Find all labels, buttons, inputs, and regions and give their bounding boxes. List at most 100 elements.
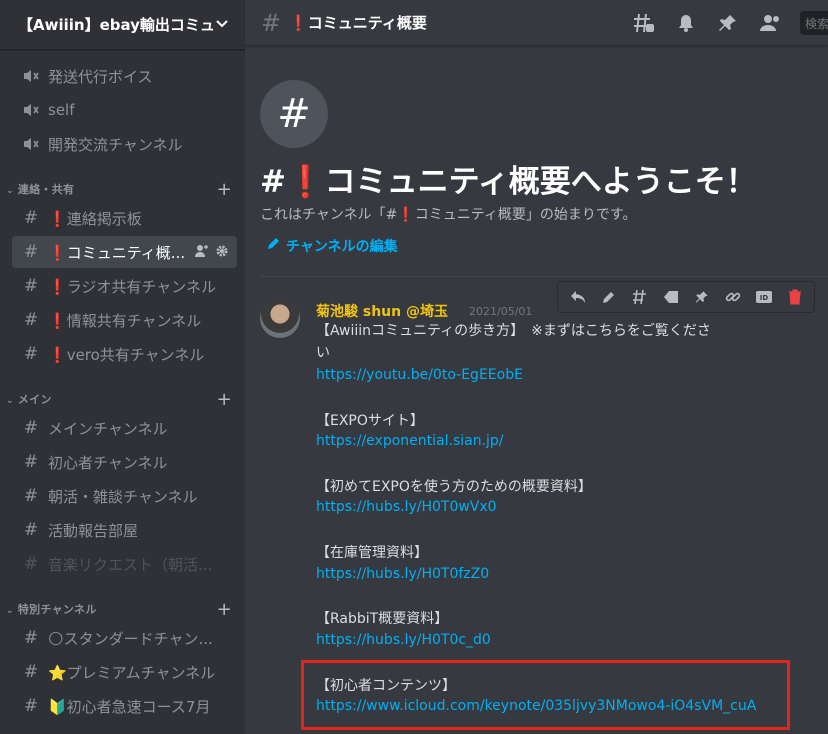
text-channel-item[interactable]: # 活動報告部屋 <box>12 514 237 546</box>
voice-channel-item[interactable]: self <box>12 94 237 126</box>
channel-label: 初心者チャンネル <box>48 453 168 472</box>
mark-unread-icon[interactable] <box>660 286 682 308</box>
exclamation-emoji: ❗ <box>48 311 67 330</box>
text-channel-item-muted[interactable]: # 音楽リクエスト（朝活... <box>12 548 237 580</box>
channel-label: 🌕スタンダードチャン... <box>48 629 213 648</box>
chevron-down-icon: ⌄ <box>6 186 14 196</box>
exclamation-emoji: ❗ <box>48 345 67 364</box>
text-channel-item[interactable]: # ❗vero共有チャンネル <box>12 338 237 370</box>
hash-icon: # <box>23 208 39 228</box>
message-text: 【Awiiinコミュニティの歩き方】 ※まずはこちらをご覧くださ <box>316 323 711 339</box>
highlight-annotation-box <box>301 660 790 730</box>
channel-label: 朝活・雑談チャンネル <box>48 487 198 506</box>
hash-icon: # <box>23 344 39 364</box>
message-actions-toolbar: ID <box>557 281 815 313</box>
channel-label: vero共有チャンネル <box>66 345 205 364</box>
channel-label: 音楽リクエスト（朝活... <box>48 555 213 574</box>
channel-label: 活動報告部屋 <box>48 521 139 540</box>
add-channel-icon[interactable]: + <box>217 389 232 410</box>
message-link[interactable]: https://hubs.ly/H0T0c_d0 <box>316 632 491 648</box>
copy-id-icon[interactable]: ID <box>753 286 775 308</box>
category-name: 特別チャンネル <box>17 603 97 616</box>
text-channel-item[interactable]: # 🌕スタンダードチャン... <box>12 622 237 654</box>
members-icon[interactable] <box>758 11 782 35</box>
category-header[interactable]: ⌄ 連絡・共有 + <box>6 179 236 200</box>
text-channel-item[interactable]: # 初心者チャンネル <box>12 446 237 478</box>
welcome-title: #❗コミュニティ概要へようこそ！ <box>260 156 757 201</box>
bell-icon[interactable] <box>674 11 698 35</box>
channel-header: # ❗ コミュニティ概要 検索 <box>245 0 828 46</box>
add-channel-icon[interactable]: + <box>217 179 232 200</box>
hash-icon: # <box>23 310 39 330</box>
message-link[interactable]: https://www.icloud.com/keynote/035ljvy3N… <box>316 698 756 714</box>
text-channel-item[interactable]: # ❗情報共有チャンネル <box>12 304 237 336</box>
exclamation-emoji: ❗ <box>285 164 325 200</box>
link-icon[interactable] <box>722 286 744 308</box>
message-link[interactable]: https://hubs.ly/H0T0fzZ0 <box>316 566 489 582</box>
message-author[interactable]: 菊池駿 shun @埼玉 <box>316 301 448 321</box>
voice-channel-item[interactable]: 発送代行ボイス <box>12 60 237 92</box>
hash-icon: # <box>261 8 282 37</box>
message-link[interactable]: https://exponential.sian.jp/ <box>316 433 504 449</box>
text-channel-item[interactable]: # 🔰初心者急速コース7月 <box>12 690 237 722</box>
chevron-down-icon: ⌄ <box>6 396 14 406</box>
invite-user-icon[interactable] <box>195 244 209 261</box>
message-text: 【RabbiT概要資料】 <box>316 611 449 627</box>
text-channel-item-active[interactable]: # ❗コミュニティ概... <box>12 236 237 268</box>
channel-label: メインチャンネル <box>48 419 168 438</box>
channel-label: 発送代行ボイス <box>48 67 153 86</box>
hash-locked-icon: # <box>23 628 39 648</box>
hash-icon: # <box>23 418 39 438</box>
pin-icon[interactable] <box>691 286 713 308</box>
welcome-title-prefix: # <box>260 164 286 200</box>
hash-icon: # <box>23 520 39 540</box>
trash-icon[interactable] <box>784 286 806 308</box>
message-timestamp: 2021/05/01 <box>469 305 533 318</box>
divider <box>260 276 828 277</box>
voice-channel-item[interactable]: 開発交流チャンネル <box>12 128 237 160</box>
message-text: 【初心者コンテンツ】 <box>316 678 456 694</box>
channel-label: 情報共有チャンネル <box>66 311 202 330</box>
channel-title: コミュニティ概要 <box>307 14 427 32</box>
exclamation-emoji: ❗ <box>289 13 308 32</box>
channel-label: 🔰初心者急速コース7月 <box>48 697 211 716</box>
gear-icon[interactable] <box>215 244 229 261</box>
speaker-muted-icon <box>20 136 42 152</box>
text-channel-item[interactable]: # ❗連絡掲示板 <box>12 202 237 234</box>
pin-icon[interactable] <box>716 11 740 35</box>
threads-icon[interactable] <box>632 11 656 35</box>
message-text: 【EXPOサイト】 <box>316 413 424 429</box>
pencil-icon[interactable] <box>598 286 620 308</box>
message-text: 【初めてEXPOを使う方のための概要資料】 <box>316 479 592 495</box>
text-channel-item[interactable]: # ⭐プレミアムチャンネル <box>12 656 237 688</box>
text-channel-item[interactable]: # メインチャンネル <box>12 412 237 444</box>
speaker-muted-icon <box>20 102 42 118</box>
category-header[interactable]: ⌄ 特別チャンネル + <box>6 599 236 620</box>
reply-icon[interactable] <box>567 286 589 308</box>
chevron-down-icon[interactable] <box>215 16 229 34</box>
hash-locked-icon: # <box>23 662 39 682</box>
channel-label: self <box>48 101 75 119</box>
add-channel-icon[interactable]: + <box>217 599 232 620</box>
category-header[interactable]: ⌄ メイン + <box>6 389 236 410</box>
channel-label: ラジオ共有チャンネル <box>66 277 216 296</box>
hash-icon: # <box>23 486 39 506</box>
message-link[interactable]: https://youtu.be/0to-EgEEobE <box>316 367 523 383</box>
edit-channel-label: チャンネルの編集 <box>286 239 398 255</box>
hash-icon: # <box>23 276 39 296</box>
message-link[interactable]: https://hubs.ly/H0T0wVx0 <box>316 499 497 515</box>
search-input[interactable]: 検索 <box>800 11 828 35</box>
text-channel-item[interactable]: # 朝活・雑談チャンネル <box>12 480 237 512</box>
text-channel-item[interactable]: # ❗ラジオ共有チャンネル <box>12 270 237 302</box>
channel-label: コミュニティ概... <box>66 243 186 262</box>
speaker-muted-icon <box>20 68 42 84</box>
hash-icon: # <box>23 452 39 472</box>
channel-label: ⭐プレミアムチャンネル <box>48 663 216 682</box>
avatar[interactable] <box>260 298 300 338</box>
hash-locked-icon: # <box>23 554 39 574</box>
server-header[interactable]: 【Awiiin】ebay輸出コミュ... <box>0 0 245 50</box>
svg-text:ID: ID <box>759 294 768 302</box>
channel-sidebar: 【Awiiin】ebay輸出コミュ... 発送代行ボイス self 開発交流チャ… <box>0 0 245 734</box>
edit-channel-link[interactable]: チャンネルの編集 <box>266 236 398 256</box>
create-thread-icon[interactable] <box>629 286 651 308</box>
